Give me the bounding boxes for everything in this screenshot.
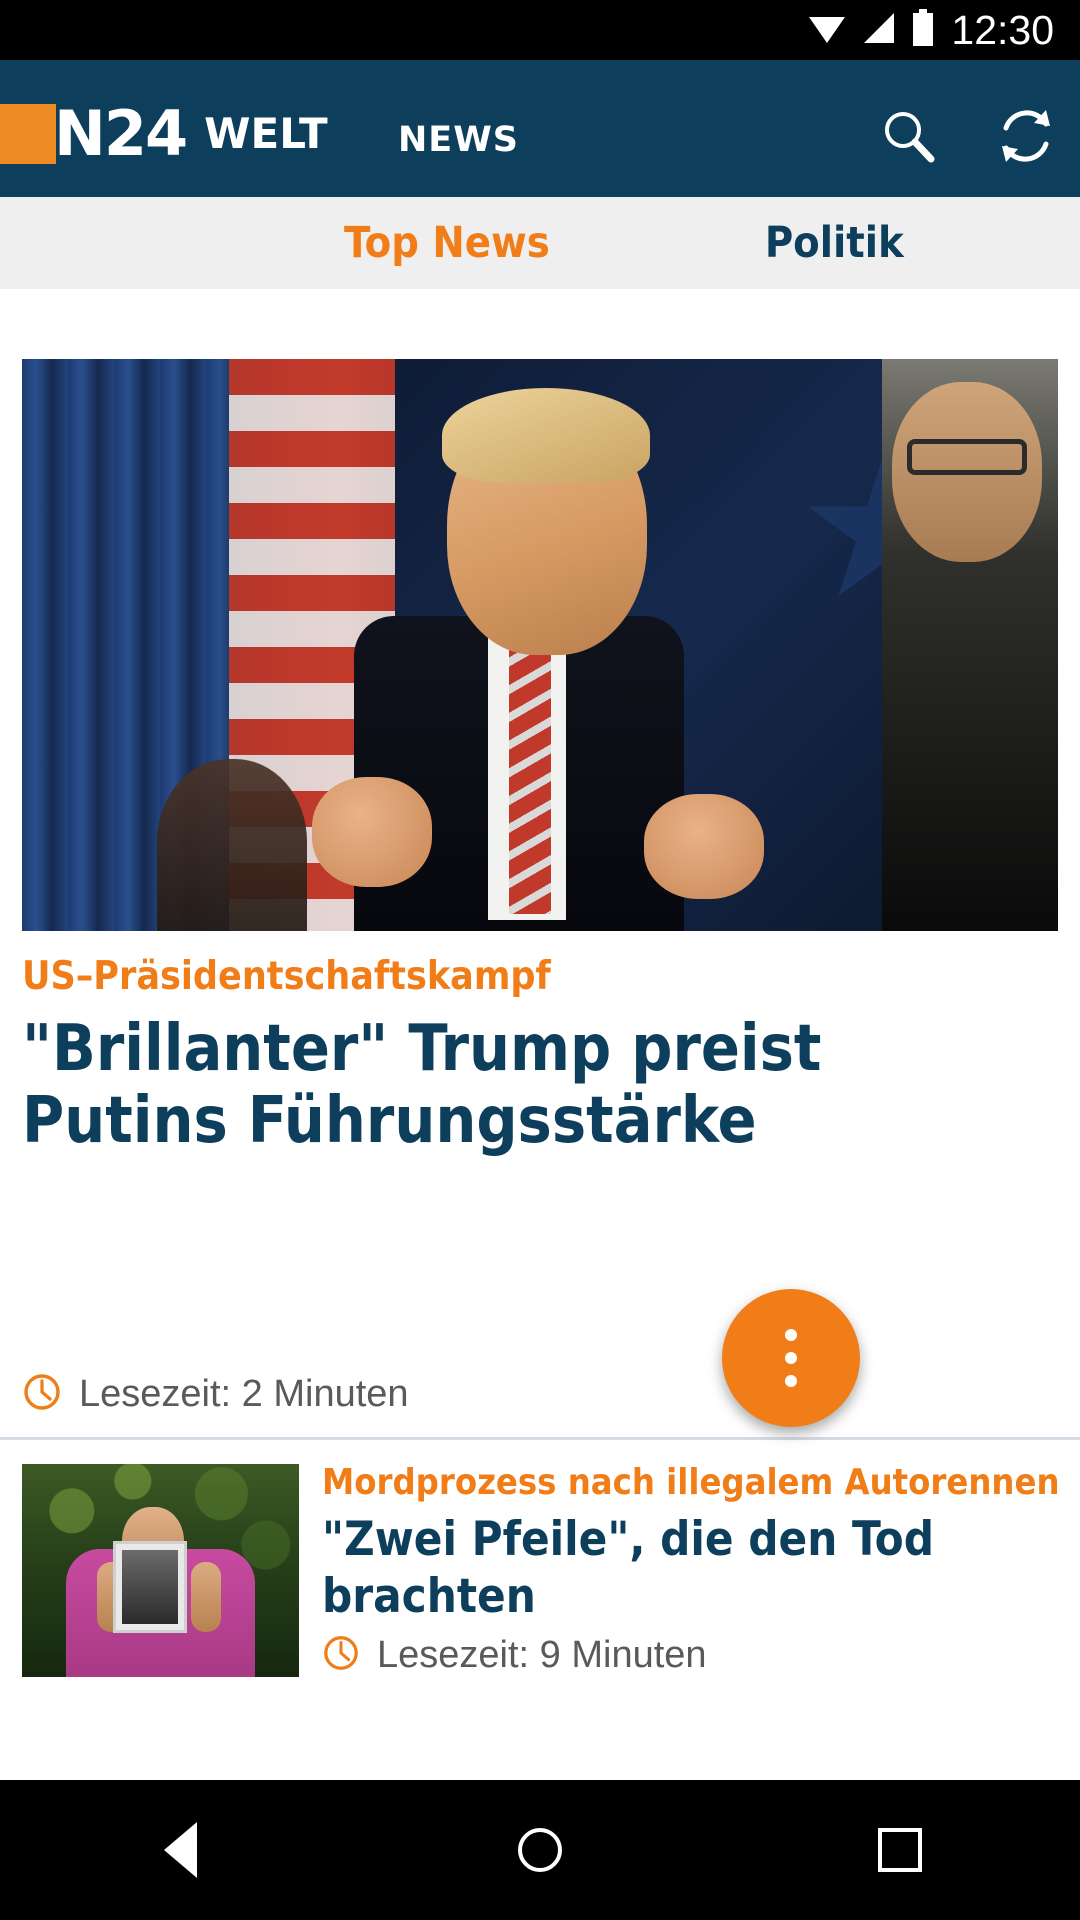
article-divider [0, 1437, 1080, 1440]
logo-n24-text: N24 [54, 97, 188, 170]
nav-recents-button[interactable] [825, 1780, 975, 1920]
search-button[interactable] [876, 106, 940, 170]
more-vertical-icon [785, 1352, 797, 1364]
status-icons [807, 8, 935, 52]
lead-article-image[interactable] [22, 359, 1058, 931]
back-triangle-icon [163, 1822, 197, 1878]
wifi-icon [807, 11, 847, 50]
article-readtime-text: Lesezeit: 9 Minuten [377, 1633, 707, 1676]
tab-top-news[interactable]: Top News [344, 218, 550, 268]
list-item[interactable]: Mordprozess nach illegalem Autorennen "Z… [0, 1462, 1080, 1694]
tab-list: Top News Politik [0, 197, 1080, 289]
lead-article-readtime-text: Lesezeit: 2 Minuten [79, 1373, 409, 1415]
android-status-bar: 12:30 [0, 0, 1080, 60]
clock-icon [22, 1372, 62, 1417]
refresh-button[interactable] [994, 106, 1058, 170]
refresh-icon [994, 104, 1058, 173]
lead-article-kicker: US–Präsidentschaftskampf [22, 954, 551, 999]
recents-square-icon [878, 1828, 922, 1872]
app-header: N24 WELT NEWS [0, 60, 1080, 197]
app-header-actions [876, 106, 1058, 170]
category-tabbar[interactable]: Top News Politik [0, 197, 1080, 289]
home-circle-icon [518, 1828, 562, 1872]
more-options-fab[interactable] [722, 1289, 860, 1427]
article-headline[interactable]: "Zwei Pfeile", die den Tod brachten [322, 1511, 1062, 1626]
lead-article-headline[interactable]: "Brillanter" Trump preist Putins Führung… [22, 1013, 1032, 1157]
tab-politik[interactable]: Politik [765, 218, 904, 268]
android-navigation-bar [0, 1780, 1080, 1920]
article-thumbnail[interactable] [22, 1464, 299, 1677]
clock-icon [322, 1634, 360, 1677]
article-text-block: Mordprozess nach illegalem Autorennen "Z… [322, 1460, 1062, 1677]
nav-back-button[interactable] [105, 1780, 255, 1920]
logo-orange-block [0, 104, 56, 164]
signal-icon [860, 11, 898, 50]
logo-welt-text: WELT [204, 109, 328, 158]
n24-welt-logo: N24 WELT [0, 97, 328, 170]
page-title: NEWS [398, 120, 520, 160]
article-kicker: Mordprozess nach illegalem Autorennen [322, 1462, 1060, 1503]
search-icon [877, 105, 939, 172]
article-readtime: Lesezeit: 9 Minuten [322, 1634, 1062, 1677]
article-feed: US–Präsidentschaftskampf "Brillanter" Tr… [0, 289, 1080, 1680]
more-vertical-icon [785, 1375, 797, 1387]
status-clock: 12:30 [951, 6, 1054, 53]
lead-article-readtime: Lesezeit: 2 Minuten [22, 1372, 409, 1417]
battery-icon [911, 8, 935, 52]
more-vertical-icon [785, 1329, 797, 1341]
nav-home-button[interactable] [465, 1780, 615, 1920]
